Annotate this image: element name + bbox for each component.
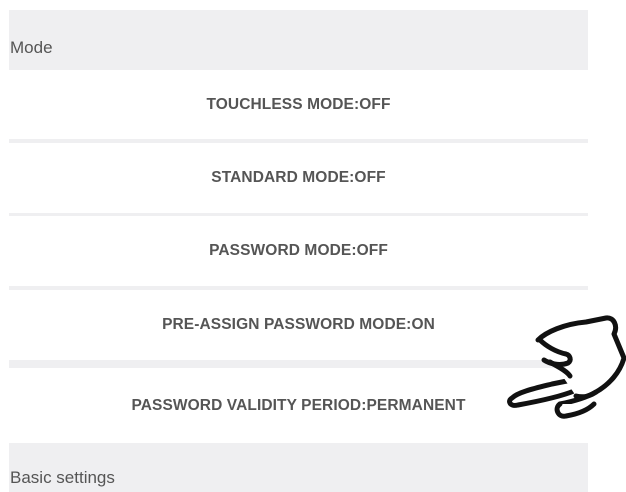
standard-mode-label: STANDARD MODE:OFF [211, 169, 386, 186]
section-title-mode: Mode [10, 38, 53, 57]
pointing-hand-icon [507, 315, 626, 419]
password-mode-label: PASSWORD MODE:OFF [209, 242, 388, 259]
touchless-mode-item[interactable]: TOUCHLESS MODE:OFF [9, 70, 588, 139]
standard-mode-item[interactable]: STANDARD MODE:OFF [9, 143, 588, 213]
password-mode-item[interactable]: PASSWORD MODE:OFF [9, 216, 588, 286]
section-title-basic-settings: Basic settings [10, 468, 115, 487]
touchless-mode-label: TOUCHLESS MODE:OFF [206, 95, 391, 113]
pre-assign-password-mode-label: PRE-ASSIGN PASSWORD MODE:ON [162, 316, 435, 333]
password-validity-period-label: PASSWORD VALIDITY PERIOD:PERMANENT [131, 396, 466, 414]
